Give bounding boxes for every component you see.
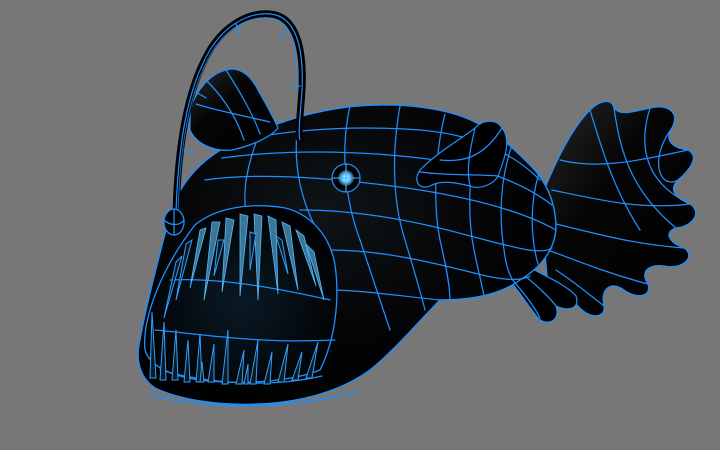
3d-viewport[interactable]	[0, 0, 720, 450]
anglerfish-model[interactable]	[0, 0, 720, 450]
eye	[331, 163, 361, 193]
tail-fin[interactable]	[539, 100, 697, 317]
head-crest[interactable]	[189, 68, 279, 151]
